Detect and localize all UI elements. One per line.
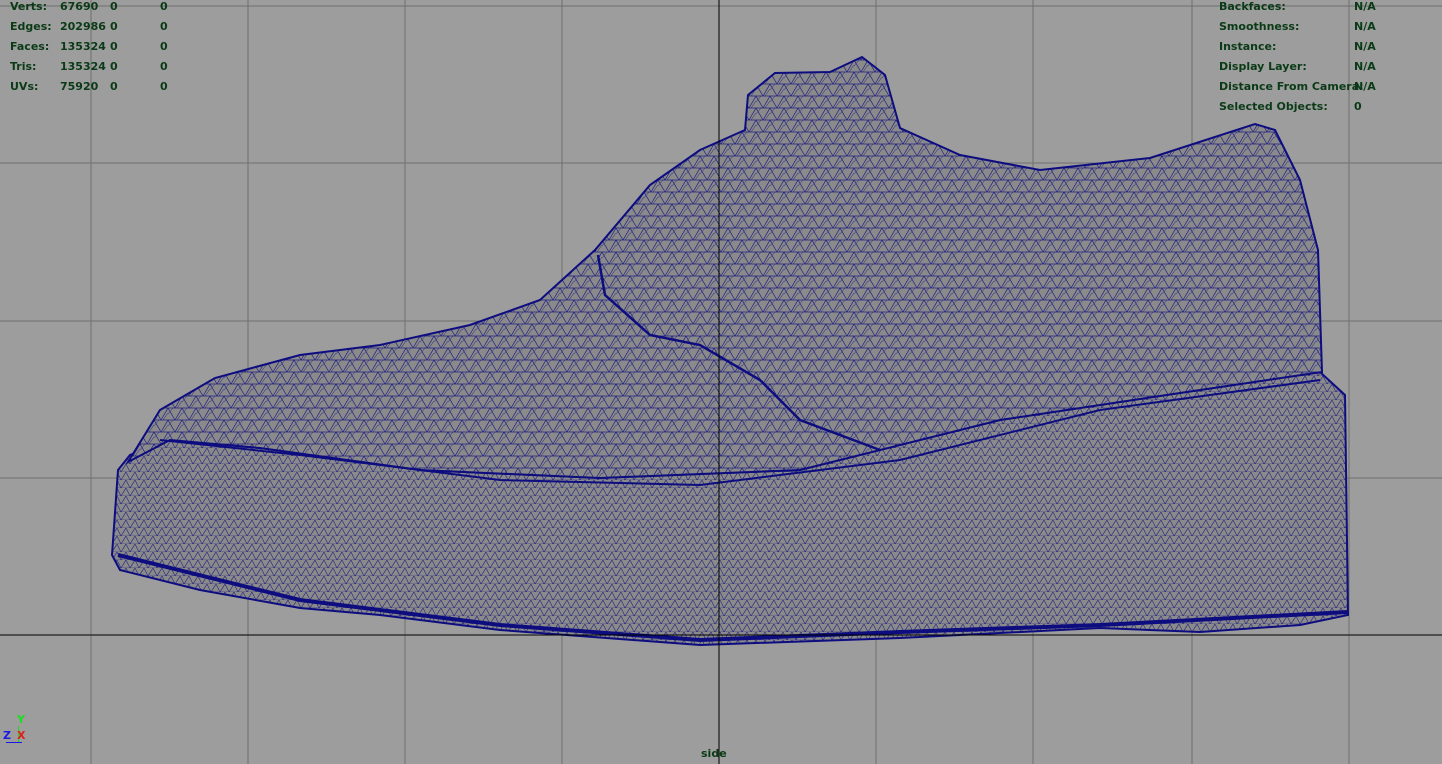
poly-count-triangles: 0: [160, 80, 168, 93]
poly-count-hud: Verts: 67690 0 0 Edges: 202986 0 0 Faces: 135324 0…: [10, 0, 180, 97]
object-detail-label: Instance:: [1219, 40, 1277, 53]
poly-count-selected: 0: [110, 20, 118, 33]
object-detail-row: Selected Objects: 0: [1219, 97, 1419, 117]
side-viewport[interactable]: Verts: 67690 0 0 Edges: 202986 0 0 Faces: 135324 0…: [0, 0, 1442, 764]
object-detail-value: N/A: [1354, 80, 1376, 93]
poly-count-label: UVs:: [10, 80, 39, 93]
x-axis-label: X: [17, 729, 26, 742]
object-detail-label: Display Layer:: [1219, 60, 1307, 73]
poly-count-triangles: 0: [160, 40, 168, 53]
poly-count-triangles: 0: [160, 60, 168, 73]
object-detail-label: Backfaces:: [1219, 0, 1286, 13]
poly-count-selected: 0: [110, 60, 118, 73]
view-name-label: side: [701, 747, 727, 760]
axis-gizmo: Y Z X: [2, 713, 32, 747]
z-axis-line: [6, 742, 22, 743]
object-detail-row: Backfaces: N/A: [1219, 0, 1419, 17]
object-detail-label: Smoothness:: [1219, 20, 1300, 33]
object-detail-label: Distance From Camera:: [1219, 80, 1364, 93]
poly-count-label: Faces:: [10, 40, 50, 53]
poly-count-total: 75920: [60, 80, 99, 93]
poly-count-row: UVs: 75920 0 0: [10, 77, 180, 97]
poly-count-row: Tris: 135324 0 0: [10, 57, 180, 77]
poly-count-label: Edges:: [10, 20, 52, 33]
poly-count-label: Verts:: [10, 0, 48, 13]
poly-count-row: Edges: 202986 0 0: [10, 17, 180, 37]
poly-count-triangles: 0: [160, 20, 168, 33]
poly-count-selected: 0: [110, 80, 118, 93]
object-detail-value: N/A: [1354, 60, 1376, 73]
poly-count-total: 67690: [60, 0, 99, 13]
poly-count-total: 135324: [60, 40, 106, 53]
object-detail-row: Display Layer: N/A: [1219, 57, 1419, 77]
object-details-hud: Backfaces: N/A Smoothness: N/A Instance: N/A D…: [1219, 0, 1419, 117]
object-detail-label: Selected Objects:: [1219, 100, 1328, 113]
poly-count-label: Tris:: [10, 60, 37, 73]
poly-count-selected: 0: [110, 0, 118, 13]
poly-count-triangles: 0: [160, 0, 168, 13]
z-axis-label: Z: [3, 729, 11, 742]
object-detail-value: N/A: [1354, 20, 1376, 33]
object-detail-row: Instance: N/A: [1219, 37, 1419, 57]
object-detail-value: N/A: [1354, 40, 1376, 53]
object-detail-value: 0: [1354, 100, 1362, 113]
poly-count-selected: 0: [110, 40, 118, 53]
poly-count-row: Faces: 135324 0 0: [10, 37, 180, 57]
poly-count-total: 135324: [60, 60, 106, 73]
object-detail-row: Smoothness: N/A: [1219, 17, 1419, 37]
poly-count-total: 202986: [60, 20, 106, 33]
object-detail-value: N/A: [1354, 0, 1376, 13]
y-axis-label: Y: [17, 713, 25, 726]
object-detail-row: Distance From Camera: N/A: [1219, 77, 1419, 97]
poly-count-row: Verts: 67690 0 0: [10, 0, 180, 17]
shoe-mesh[interactable]: [110, 55, 1350, 647]
